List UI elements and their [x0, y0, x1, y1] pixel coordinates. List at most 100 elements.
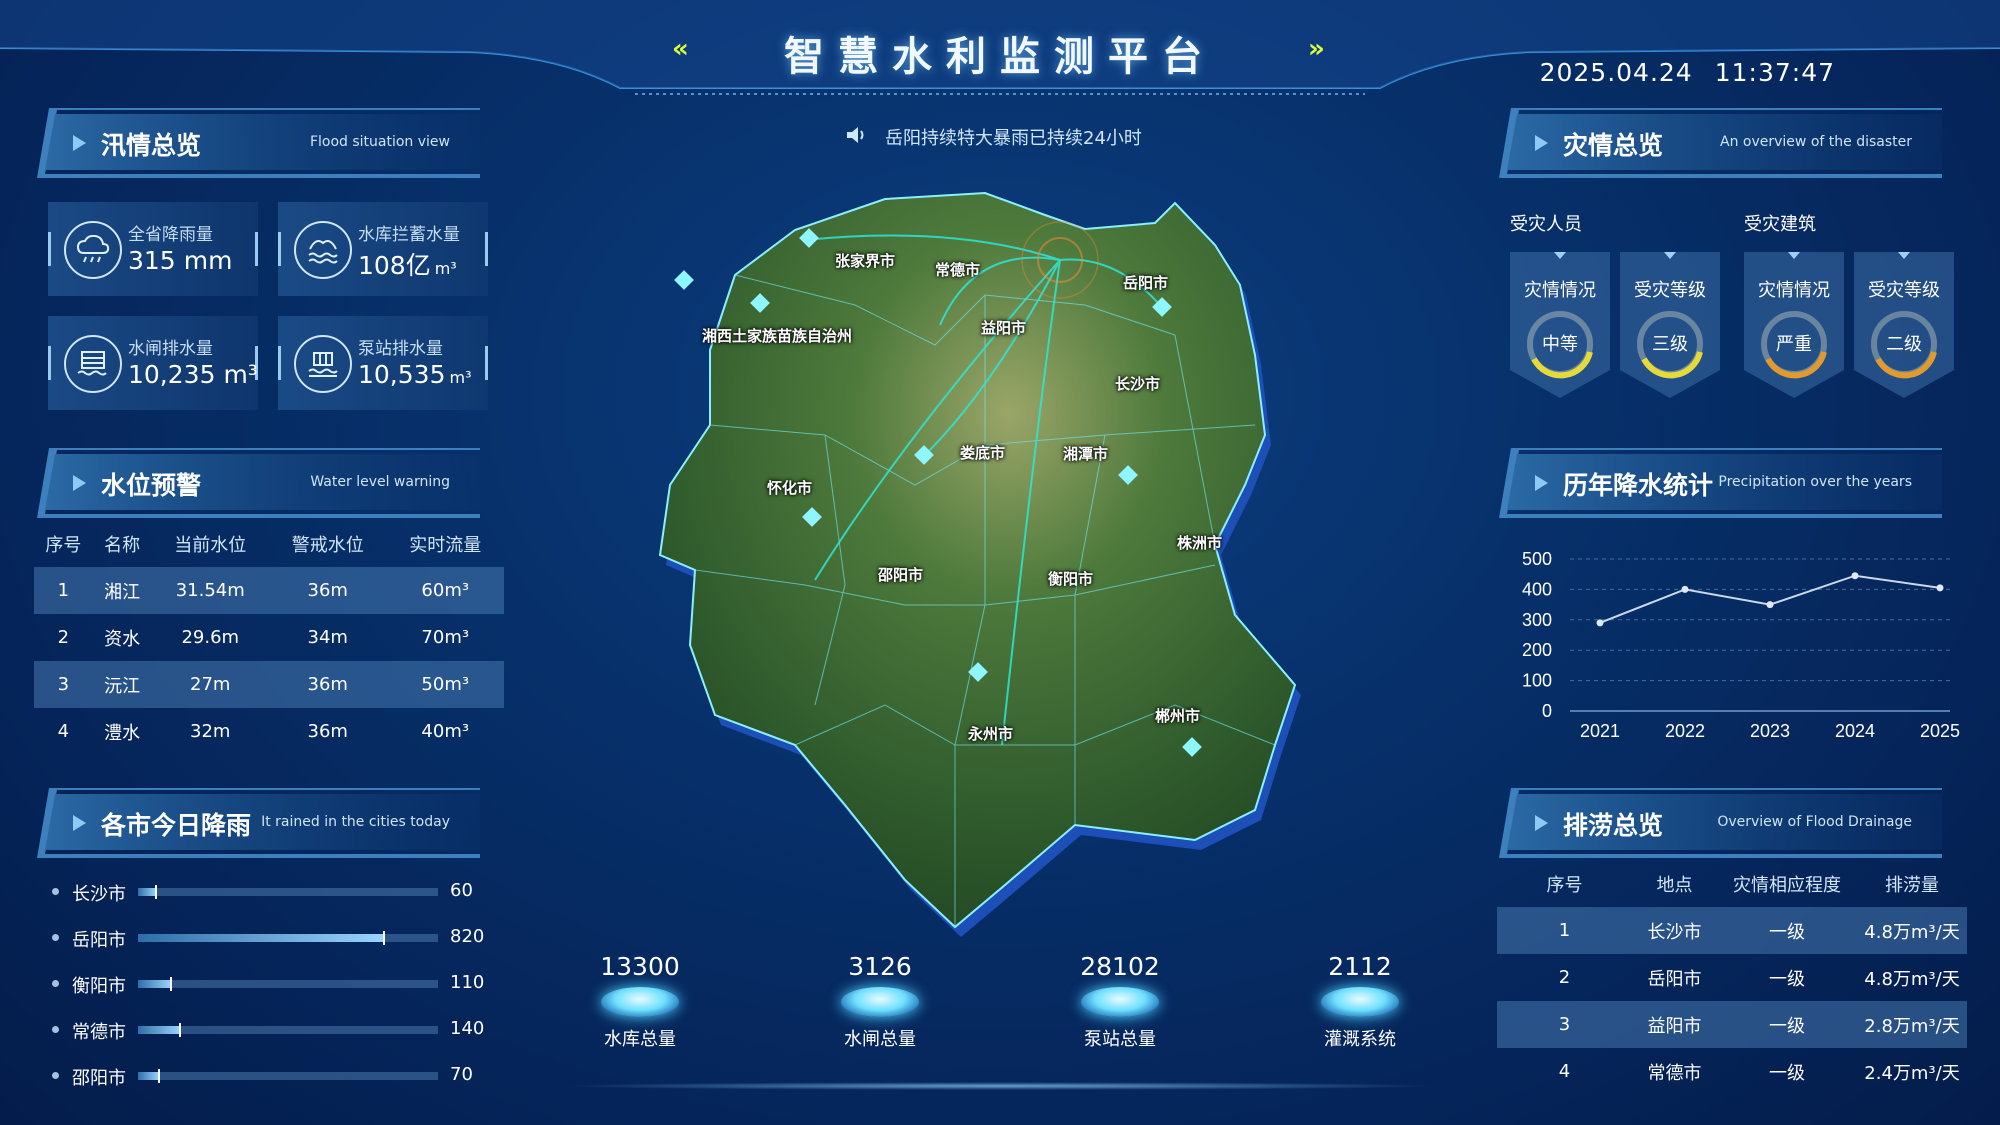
rain-bar-row[interactable]: 衡阳市 110 — [52, 969, 485, 999]
rain-bar-row[interactable]: 邵阳市 70 — [52, 1061, 482, 1091]
rain-value: 110 — [450, 972, 485, 993]
gauge-title: 灾情情况 — [1524, 280, 1596, 301]
map-label[interactable]: 娄底市 — [960, 442, 1005, 463]
stat-card-reservoir[interactable]: 水库拦蓄水量 108亿 m³ — [278, 202, 488, 296]
reservoir-icon — [294, 221, 352, 279]
stat-reservoir-total[interactable]: 13300 水库总量 — [565, 952, 715, 1051]
map-label[interactable]: 株洲市 — [1177, 532, 1222, 553]
water-level-table: 序号 名称 当前水位 警戒水位 实时流量 1 湘江 31.54m 36m 60m³ 2资… — [34, 521, 504, 755]
stat-value: 28102 — [1080, 952, 1160, 981]
value-unit: mm — [183, 246, 233, 275]
table-row[interactable]: 3 益阳市 一级 2.8万m³/天 — [1497, 1001, 1967, 1048]
cell: 27m — [151, 661, 269, 708]
disaster-gauge[interactable]: 受灾等级 三级 — [1620, 252, 1720, 398]
map-label[interactable]: 湘西土家族苗族自治州 — [702, 325, 852, 346]
table-row[interactable]: 1 长沙市 一级 4.8万m³/天 — [1497, 907, 1967, 954]
rain-value: 140 — [450, 1018, 485, 1039]
cell: 3 — [34, 661, 93, 708]
disaster-gauge[interactable]: 灾情情况 严重 — [1744, 252, 1844, 398]
stat-sluice-total[interactable]: 3126 水闸总量 — [805, 952, 955, 1051]
pump-station-icon — [294, 335, 352, 393]
card-value: 10,235 m³ — [128, 360, 258, 389]
alert-notice: 岳阳持续特大暴雨已持续24小时 — [845, 124, 1142, 150]
city-name: 岳阳市 — [72, 930, 126, 951]
glow-pad-icon — [1081, 987, 1159, 1017]
column-header: 排涝量 — [1885, 875, 1939, 896]
table-row[interactable]: 4 澧水 32m 36m 40m³ — [34, 708, 504, 755]
table-row[interactable]: 2 资水 29.6m 34m 70m³ — [34, 614, 504, 661]
stat-label: 水库总量 — [604, 1029, 676, 1050]
x-tick-label: 2021 — [1580, 721, 1620, 741]
map-label[interactable]: 益阳市 — [981, 317, 1026, 338]
gauge-level: 三级 — [1652, 334, 1688, 355]
section-title: 水位预警 — [101, 471, 202, 500]
bullet-icon — [52, 888, 59, 895]
value-number: 108亿 — [358, 251, 431, 280]
stat-pump-total[interactable]: 28102 泵站总量 — [1045, 952, 1195, 1051]
disaster-gauge[interactable]: 灾情情况 中等 — [1510, 252, 1610, 398]
cell: 沅江 — [92, 661, 152, 708]
map-label[interactable]: 邵阳市 — [878, 564, 923, 585]
cell: 2.8万m³/天 — [1857, 1001, 1967, 1048]
drainage-section-header: 排涝总览 Overview of Flood Drainage — [1497, 788, 1942, 858]
data-point[interactable] — [1936, 584, 1944, 592]
data-point[interactable] — [1851, 572, 1859, 580]
stat-irrigation-system[interactable]: 2112 灌溉系统 — [1285, 952, 1435, 1051]
map-label[interactable]: 郴州市 — [1155, 705, 1200, 726]
stat-card-sluice[interactable]: 水闸排水量 10,235 m³ — [48, 316, 258, 410]
map-label[interactable]: 长沙市 — [1115, 373, 1160, 394]
map-label[interactable]: 张家界市 — [835, 250, 895, 271]
cell: 31.54m — [151, 567, 269, 614]
stat-value: 3126 — [848, 952, 912, 981]
y-tick-label: 500 — [1522, 549, 1552, 569]
data-point[interactable] — [1596, 619, 1604, 627]
table-row[interactable]: 4 常德市 一级 2.4万m³/天 — [1497, 1048, 1967, 1095]
stat-card-pump[interactable]: 泵站排水量 10,535 m³ — [278, 316, 488, 410]
map-label[interactable]: 永州市 — [968, 723, 1013, 744]
stat-label: 灌溉系统 — [1324, 1029, 1396, 1050]
section-subtitle: Overview of Flood Drainage — [1717, 814, 1912, 830]
column-header: 序号 — [45, 535, 82, 556]
stat-card-rainfall[interactable]: 全省降雨量 315 mm — [48, 202, 258, 296]
rain-bar-row[interactable]: 岳阳市 820 — [52, 923, 484, 953]
section-subtitle: Precipitation over the years — [1718, 474, 1912, 490]
data-point[interactable] — [1681, 585, 1689, 593]
province-map[interactable]: 张家界市 常德市 岳阳市 益阳市 湘西土家族苗族自治州 长沙市 娄底市 湘潭市 … — [655, 185, 1305, 949]
disaster-section-header: 灾情总览 An overview of the disaster — [1497, 108, 1942, 178]
gauge-level: 严重 — [1776, 334, 1812, 355]
right-chevron[interactable]: » — [1308, 34, 1325, 64]
map-label[interactable]: 常德市 — [935, 259, 980, 280]
cell: 29.6m — [181, 627, 240, 648]
map-label[interactable]: 湘潭市 — [1063, 443, 1108, 464]
table-header-row: 序号 地点 灾情相应程度 排涝量 — [1497, 861, 1967, 907]
cell: 34m — [307, 627, 348, 648]
data-point[interactable] — [1766, 601, 1774, 609]
table-row[interactable]: 2 岳阳市 一级 4.8万m³/天 — [1497, 954, 1967, 1001]
gauge-shape — [1854, 252, 1954, 398]
map-label[interactable]: 怀化市 — [767, 477, 812, 498]
value-unit: m³ — [434, 259, 457, 278]
rain-bar-row[interactable]: 常德市 140 — [52, 1015, 485, 1045]
disaster-gauge[interactable]: 受灾等级 二级 — [1854, 252, 1954, 398]
cell: 40m³ — [421, 721, 470, 742]
cell: 一级 — [1769, 1062, 1805, 1084]
section-arrow-icon — [73, 135, 86, 151]
stat-label: 泵站总量 — [1084, 1029, 1156, 1050]
value-number: 10,235 — [128, 360, 216, 389]
glow-pad-icon — [601, 987, 679, 1017]
notice-text: 岳阳持续特大暴雨已持续24小时 — [885, 128, 1142, 149]
card-label: 水闸排水量 — [128, 339, 213, 359]
rain-bar-row[interactable]: 长沙市 60 — [52, 877, 482, 907]
section-title: 汛情总览 — [101, 131, 202, 160]
map-label[interactable]: 岳阳市 — [1123, 272, 1168, 293]
table-row[interactable]: 3 沅江 27m 36m 50m³ — [34, 661, 504, 708]
gauge-title: 受灾等级 — [1634, 280, 1706, 301]
precipitation-line-chart: 0 100 200 300 400 500 2021 2022 2023 2024 2025 — [1522, 549, 1960, 741]
city-name: 邵阳市 — [72, 1068, 126, 1089]
card-edge — [255, 232, 258, 266]
table-row[interactable]: 1 湘江 31.54m 36m 60m³ — [34, 567, 504, 614]
map-label[interactable]: 衡阳市 — [1048, 568, 1093, 589]
cell: 一级 — [1717, 1001, 1857, 1048]
rain-bar-marker — [383, 931, 385, 945]
card-value: 10,535 m³ — [358, 360, 471, 389]
